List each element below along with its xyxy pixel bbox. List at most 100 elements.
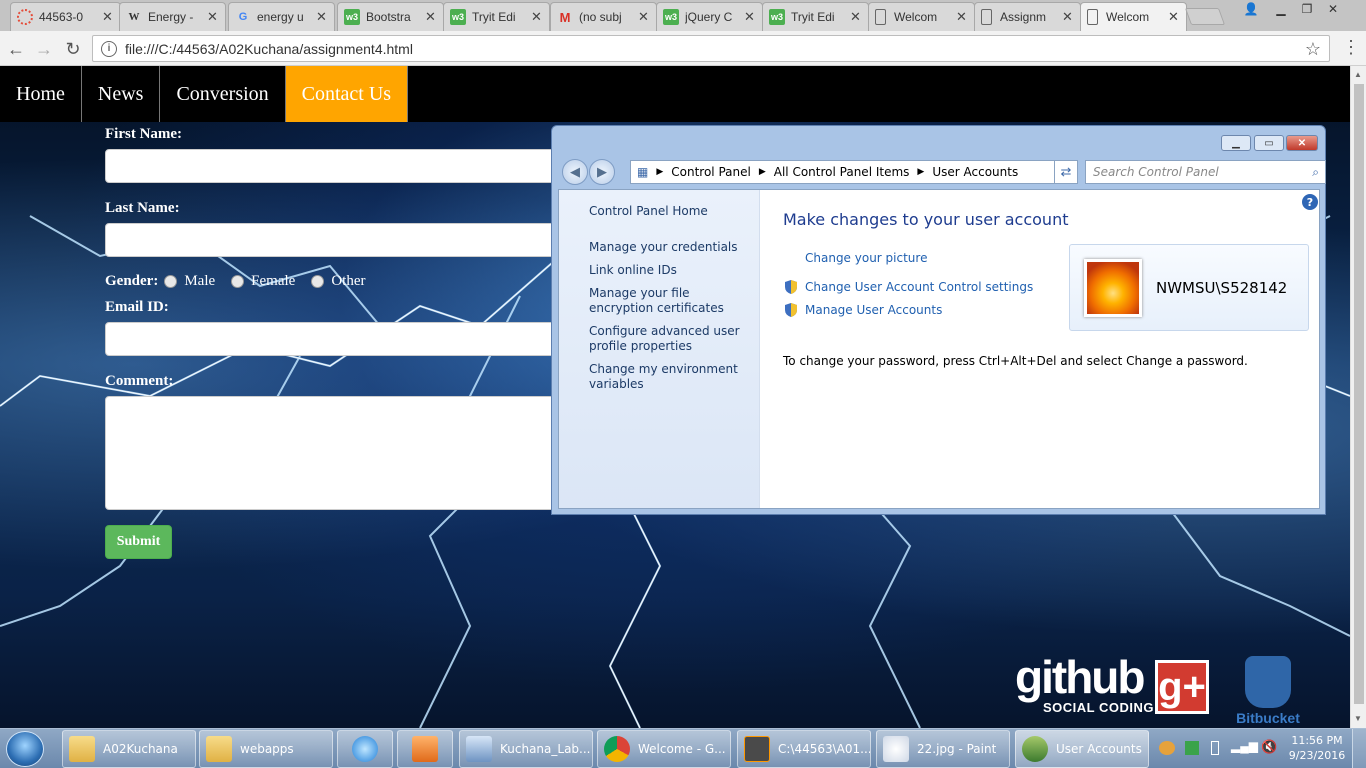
signal-icon[interactable]: ▂▄▆ [1231,739,1258,753]
gender-other-radio[interactable] [311,275,325,288]
maximize-button[interactable]: ▭ [1254,135,1284,151]
browser-tab[interactable]: M (no subj ✕ [550,2,657,31]
close-icon[interactable]: ✕ [425,9,437,25]
clock[interactable]: 11:56 PM 9/23/2016 [1285,733,1349,763]
user-icon[interactable]: 👤 [1238,0,1264,18]
taskbar-button[interactable]: Welcome - G... [597,730,731,768]
close-icon[interactable]: ✕ [1168,9,1180,25]
gender-male-radio[interactable] [164,275,178,288]
browser-tab[interactable]: W Energy - ✕ [119,2,226,31]
taskbar-button[interactable]: C:\44563\A01... [737,730,871,768]
breadcrumb-item[interactable]: All Control Panel Items [774,165,910,179]
password-note: To change your password, press Ctrl+Alt+… [783,354,1248,368]
battery-icon[interactable] [1211,741,1219,755]
close-icon[interactable]: ✕ [744,9,756,25]
close-window-button[interactable]: ✕ [1320,0,1346,18]
back-arrow-icon[interactable]: ← [4,37,28,61]
nav-home[interactable]: Home [0,66,82,122]
browser-tab[interactable]: 44563-0 ✕ [10,2,121,31]
nav-conversion[interactable]: Conversion [160,66,286,122]
cp-main-pane: ? Make changes to your user account Chan… [761,190,1319,508]
page-icon [981,9,992,25]
uac-settings-link[interactable]: Change User Account Control settings [805,280,1033,294]
browser-tab[interactable]: w3 Bootstra ✕ [337,2,444,31]
cp-encryption-link[interactable]: Manage your file encryption certificates [589,286,754,316]
change-picture-link[interactable]: Change your picture [805,251,927,265]
help-icon[interactable]: ? [1302,194,1318,210]
page-scrollbar[interactable]: ▲ ▼ [1350,66,1366,728]
close-icon[interactable]: ✕ [638,9,650,25]
start-button[interactable] [6,731,44,767]
breadcrumb-sep-icon[interactable]: ▶ [759,167,766,177]
forward-arrow-icon[interactable]: ▶ [589,159,615,185]
close-icon[interactable]: ✕ [102,9,114,25]
cp-home-link[interactable]: Control Panel Home [589,204,754,219]
cp-credentials-link[interactable]: Manage your credentials [589,240,754,255]
breadcrumb-sep-icon[interactable]: ▶ [656,167,663,177]
new-tab-button[interactable] [1184,8,1226,25]
reload-icon[interactable]: ↻ [61,37,85,61]
control-panel-window: ▁ ▭ ✕ ◀ ▶ ▦ ▶ Control Panel ▶ All Contro… [551,125,1326,515]
scroll-up-icon[interactable]: ▲ [1354,70,1362,79]
w3schools-icon: w3 [663,9,679,25]
tray-arrow-icon[interactable] [1159,741,1175,755]
scrollbar-thumb[interactable] [1354,84,1364,704]
nav-news[interactable]: News [82,66,161,122]
windows-taskbar: A02Kuchana webapps Kuchana_Lab... Welcom… [0,728,1366,768]
info-icon[interactable]: i [101,40,117,57]
breadcrumb-sep-icon[interactable]: ▶ [917,167,924,177]
breadcrumb[interactable]: ▦ ▶ Control Panel ▶ All Control Panel It… [630,160,1071,184]
close-icon[interactable]: ✕ [531,9,543,25]
google-plus-icon[interactable]: g+ [1155,660,1209,714]
browser-tab[interactable]: Welcom ✕ [868,2,975,31]
search-icon[interactable]: ⌕ [1312,165,1319,180]
browser-toolbar: ← → ↻ i file:///C:/44563/A02Kuchana/assi… [0,31,1366,66]
browser-tab[interactable]: w3 jQuery C ✕ [656,2,763,31]
close-icon[interactable]: ✕ [850,9,862,25]
taskbar-button[interactable]: 22.jpg - Paint [876,730,1010,768]
bitbucket-logo[interactable]: Bitbucket [1228,656,1308,726]
close-icon[interactable]: ✕ [1062,9,1074,25]
address-bar[interactable]: i file:///C:/44563/A02Kuchana/assignment… [92,35,1330,62]
browser-tab[interactable]: w3 Tryit Edi ✕ [762,2,869,31]
browser-tab-active[interactable]: Welcom ✕ [1080,2,1187,31]
minimize-button[interactable]: ▁ [1221,135,1251,151]
breadcrumb-item[interactable]: Control Panel [671,165,751,179]
menu-icon[interactable]: ⋮ [1342,37,1360,58]
maximize-button[interactable]: ❐ [1294,0,1320,18]
user-picture[interactable] [1084,259,1142,317]
taskbar-button[interactable]: webapps [199,730,333,768]
gender-female-radio[interactable] [231,275,245,288]
breadcrumb-item[interactable]: User Accounts [932,165,1018,179]
security-icon[interactable] [1185,741,1199,755]
taskbar-button[interactable] [337,730,393,768]
close-icon[interactable]: ✕ [316,9,328,25]
red-circle-icon [17,9,33,25]
refresh-icon[interactable]: ⇄ [1054,160,1078,184]
forward-arrow-icon[interactable]: → [32,37,56,61]
submit-button[interactable]: Submit [105,525,172,559]
cp-env-vars-link[interactable]: Change my environment variables [589,362,754,392]
github-logo[interactable]: github SOCIAL CODING [1015,654,1154,715]
minimize-button[interactable]: ▁ [1268,0,1294,18]
show-desktop-button[interactable] [1352,729,1366,768]
taskbar-button[interactable] [397,730,453,768]
cp-profile-link[interactable]: Configure advanced user profile properti… [589,324,754,354]
manage-accounts-link[interactable]: Manage User Accounts [805,303,942,317]
cp-online-ids-link[interactable]: Link online IDs [589,263,754,278]
taskbar-button[interactable]: A02Kuchana [62,730,196,768]
browser-tab[interactable]: w3 Tryit Edi ✕ [443,2,550,31]
browser-tab[interactable]: Assignm ✕ [974,2,1081,31]
close-window-button[interactable]: ✕ [1286,135,1318,151]
search-input[interactable]: Search Control Panel ⌕ [1085,160,1326,184]
taskbar-button-active[interactable]: User Accounts [1015,730,1149,768]
close-icon[interactable]: ✕ [956,9,968,25]
browser-tab[interactable]: G energy u ✕ [228,2,335,31]
scroll-down-icon[interactable]: ▼ [1354,714,1362,723]
bookmark-star-icon[interactable]: ☆ [1305,39,1321,60]
volume-muted-icon[interactable]: 🔇 [1261,739,1277,755]
taskbar-button[interactable]: Kuchana_Lab... [459,730,593,768]
nav-contact-us[interactable]: Contact Us [285,66,409,122]
close-icon[interactable]: ✕ [207,9,219,25]
back-arrow-icon[interactable]: ◀ [562,159,588,185]
